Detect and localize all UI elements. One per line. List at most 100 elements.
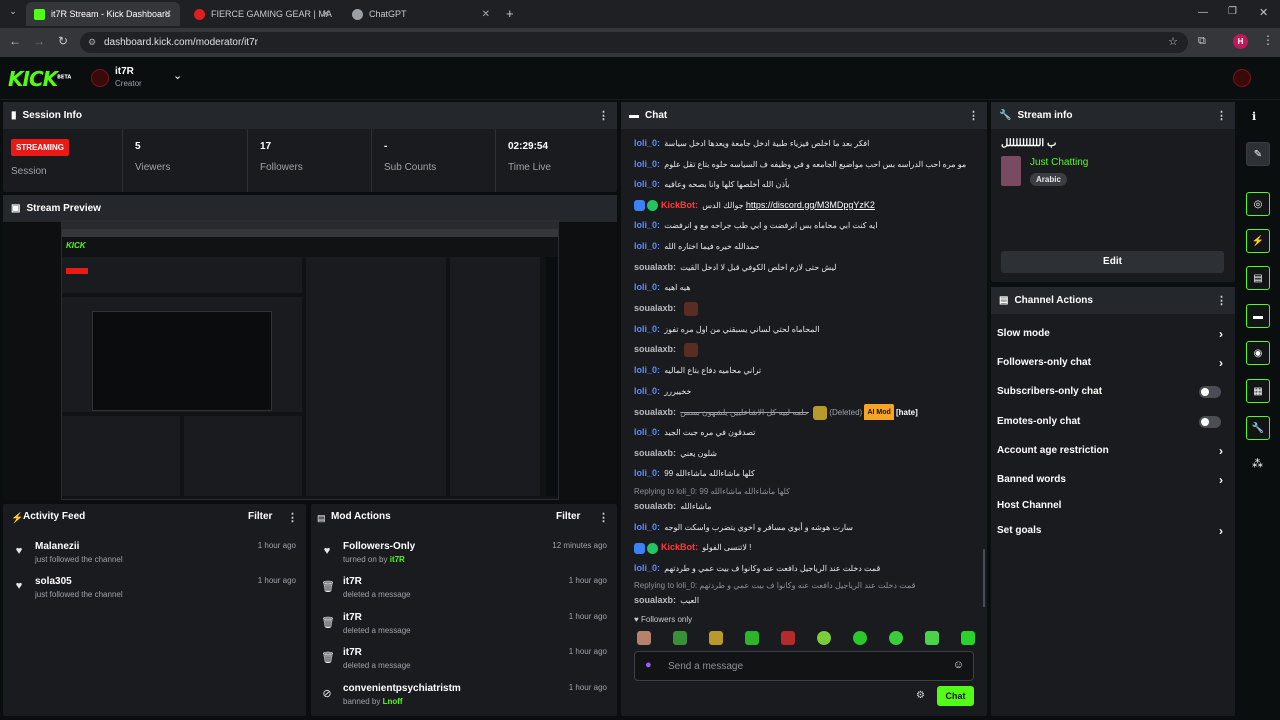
emote-icon[interactable] xyxy=(781,631,795,645)
chat-username[interactable]: loli_0 xyxy=(634,386,657,396)
flash-icon[interactable]: ⚡ xyxy=(1246,229,1270,253)
reload-icon[interactable]: ↻ xyxy=(54,34,72,48)
banned-words-action[interactable]: Banned words › xyxy=(997,469,1227,491)
chat-message[interactable]: loli_0: كلها ماشاءالله ماشاءالله 99 xyxy=(634,465,971,481)
chat-message[interactable]: loli_0: مو مره احب الدراسه بس احب مواضيع… xyxy=(634,156,971,172)
emoji-picker-icon[interactable]: ☺ xyxy=(953,659,964,671)
chat-message[interactable]: loli_0: خخييررر xyxy=(634,383,971,399)
clip-icon[interactable]: ◎ xyxy=(1246,192,1270,216)
bookmark-star-icon[interactable]: ☆ xyxy=(1168,32,1178,53)
chat-message[interactable]: loli_0: تصدقون في مره جبت الجيد xyxy=(634,424,971,440)
mod-action-title[interactable]: it7R xyxy=(343,576,362,587)
chat-username[interactable]: soualaxb xyxy=(634,344,673,354)
set-goals-action[interactable]: Set goals › xyxy=(997,520,1227,542)
host-channel-action[interactable]: Host Channel xyxy=(997,495,1227,517)
chat-username[interactable]: loli_0 xyxy=(634,324,657,334)
user-avatar[interactable] xyxy=(1233,69,1251,87)
extensions-icon[interactable]: ⧉ xyxy=(1198,35,1206,48)
activity-more-icon[interactable]: ⋮ xyxy=(287,511,298,524)
chat-message[interactable]: soualaxb: ليش حتى لازم اخلص الكوفي قبل ل… xyxy=(634,259,971,275)
activity-user[interactable]: sola305 xyxy=(35,576,72,587)
mod-action-by[interactable]: it7R xyxy=(390,555,405,564)
chat-username[interactable]: loli_0 xyxy=(634,220,657,230)
slow-mode-action[interactable]: Slow mode › xyxy=(997,323,1227,345)
emote-icon[interactable] xyxy=(889,631,903,645)
chat-message[interactable]: loli_0: تراني محاميه دفاع بتاع الماليه xyxy=(634,362,971,378)
close-window-icon[interactable]: ✕ xyxy=(1259,6,1268,19)
chat-username[interactable]: loli_0 xyxy=(634,365,657,375)
chat-settings-gear-icon[interactable]: ⚙ xyxy=(916,690,925,701)
followers-only-action[interactable]: Followers-only chat › xyxy=(997,352,1227,374)
emote-icon[interactable] xyxy=(745,631,759,645)
chat-message[interactable]: soualaxb: xyxy=(634,341,971,358)
chat-messages[interactable]: loli_0: افكر بعد ما اخلص فيزياء طبية ادخ… xyxy=(621,129,987,607)
chat-popout-icon[interactable]: ▬ xyxy=(1246,304,1270,328)
edit-stream-button[interactable]: Edit xyxy=(1001,251,1224,273)
chat-message[interactable]: loli_0: ايه كنت ابي محاماه بس انرفضت و ا… xyxy=(634,217,971,233)
chat-message[interactable]: loli_0: سارت هوشه و أبوي مسافر و اخوي يت… xyxy=(634,519,971,535)
chat-message[interactable]: loli_0: بأذن الله أخلصها كلها وانا بصحه … xyxy=(634,176,971,192)
channel-actions-more-icon[interactable]: ⋮ xyxy=(1216,294,1227,307)
chat-username[interactable]: KickBot xyxy=(661,200,695,210)
chat-username[interactable]: loli_0 xyxy=(634,241,657,251)
chat-message[interactable]: soualaxb: ماشاءالله xyxy=(634,498,971,514)
emote-icon[interactable] xyxy=(709,631,723,645)
emotes-only-toggle[interactable] xyxy=(1199,416,1221,428)
chat-message[interactable]: soualaxb: حلمه لبيه كل الاشاعليين يلشهون… xyxy=(634,403,971,420)
microphone-icon[interactable]: ● xyxy=(645,659,652,671)
add-widget-icon[interactable]: ⁂ xyxy=(1252,457,1263,470)
layout-panels-icon[interactable]: ▦ xyxy=(1246,379,1270,403)
chat-more-icon[interactable]: ⋮ xyxy=(968,109,979,122)
address-bar[interactable]: ⚙ dashboard.kick.com/moderator/it7r ☆ xyxy=(80,32,1188,53)
info-icon[interactable]: ℹ xyxy=(1252,110,1256,123)
session-more-icon[interactable]: ⋮ xyxy=(598,109,609,122)
new-tab-button[interactable]: + xyxy=(506,6,514,21)
notes-icon[interactable]: ▤ xyxy=(1246,266,1270,290)
browser-tab-chatgpt[interactable]: ChatGPT ✕ xyxy=(344,2,498,26)
activity-user[interactable]: Malanezii xyxy=(35,541,79,552)
kick-logo[interactable]: KICKBETA xyxy=(8,67,71,91)
chat-message[interactable]: loli_0: افكر بعد ما اخلص فيزياء طبية ادخ… xyxy=(634,135,971,151)
chat-message[interactable]: soualaxb: xyxy=(634,300,971,316)
close-tab-icon[interactable]: ✕ xyxy=(482,9,490,20)
tab-search-icon[interactable]: ⌄ xyxy=(4,6,22,17)
chat-username[interactable]: loli_0 xyxy=(634,522,657,532)
chat-username[interactable]: soualaxb xyxy=(634,262,673,272)
chat-scrollbar[interactable] xyxy=(983,549,985,607)
category-thumbnail[interactable] xyxy=(1001,156,1021,186)
chat-username[interactable]: loli_0 xyxy=(634,179,657,189)
back-icon[interactable]: ← xyxy=(6,34,24,48)
stream-category[interactable]: Just Chatting xyxy=(1030,157,1088,168)
browser-tab-fierce[interactable]: FIERCE GAMING GEAR | MA ✕ xyxy=(186,2,338,26)
stream-video[interactable]: KICK xyxy=(61,220,559,500)
mod-more-icon[interactable]: ⋮ xyxy=(598,511,609,524)
chat-username[interactable]: soualaxb xyxy=(634,501,673,511)
emote-icon[interactable] xyxy=(637,631,651,645)
chat-message[interactable]: KickBot: جوالك الدس https://discord.gg/M… xyxy=(634,197,971,213)
edit-layout-icon[interactable]: ✎ xyxy=(1246,142,1270,166)
mod-filter-button[interactable]: Filter xyxy=(556,511,580,522)
chat-username[interactable]: KickBot xyxy=(661,542,695,552)
broadcast-icon[interactable]: ◉ xyxy=(1246,341,1270,365)
chat-message[interactable]: KickBot: لاتنسى الفولو ! xyxy=(634,539,971,555)
send-chat-button[interactable]: Chat xyxy=(937,686,974,706)
emote-icon[interactable] xyxy=(817,631,831,645)
site-info-icon[interactable]: ⚙ xyxy=(88,32,96,53)
chat-message[interactable]: loli_0: هيه اهيه xyxy=(634,279,971,295)
chat-message[interactable]: loli_0: حمدالله خيره فيما اختاره الله xyxy=(634,238,971,254)
minimize-icon[interactable]: — xyxy=(1198,7,1208,18)
chat-message[interactable]: soualaxb: شلون يعني xyxy=(634,445,971,461)
close-tab-icon[interactable]: ✕ xyxy=(322,9,330,20)
emote-icon[interactable] xyxy=(853,631,867,645)
emote-icon[interactable] xyxy=(961,631,975,645)
tools-icon[interactable]: 🔧 xyxy=(1246,416,1270,440)
mod-action-title[interactable]: it7R xyxy=(343,612,362,623)
mod-action-title[interactable]: convenientpsychiatristm xyxy=(343,683,461,694)
activity-filter-button[interactable]: Filter xyxy=(248,511,272,522)
chat-username[interactable]: loli_0 xyxy=(634,138,657,148)
close-tab-icon[interactable]: ✕ xyxy=(164,9,172,20)
chat-username[interactable]: soualaxb xyxy=(634,595,673,605)
chat-username[interactable]: soualaxb xyxy=(634,303,673,313)
maximize-icon[interactable]: ❐ xyxy=(1228,6,1237,17)
emote-icon[interactable] xyxy=(925,631,939,645)
